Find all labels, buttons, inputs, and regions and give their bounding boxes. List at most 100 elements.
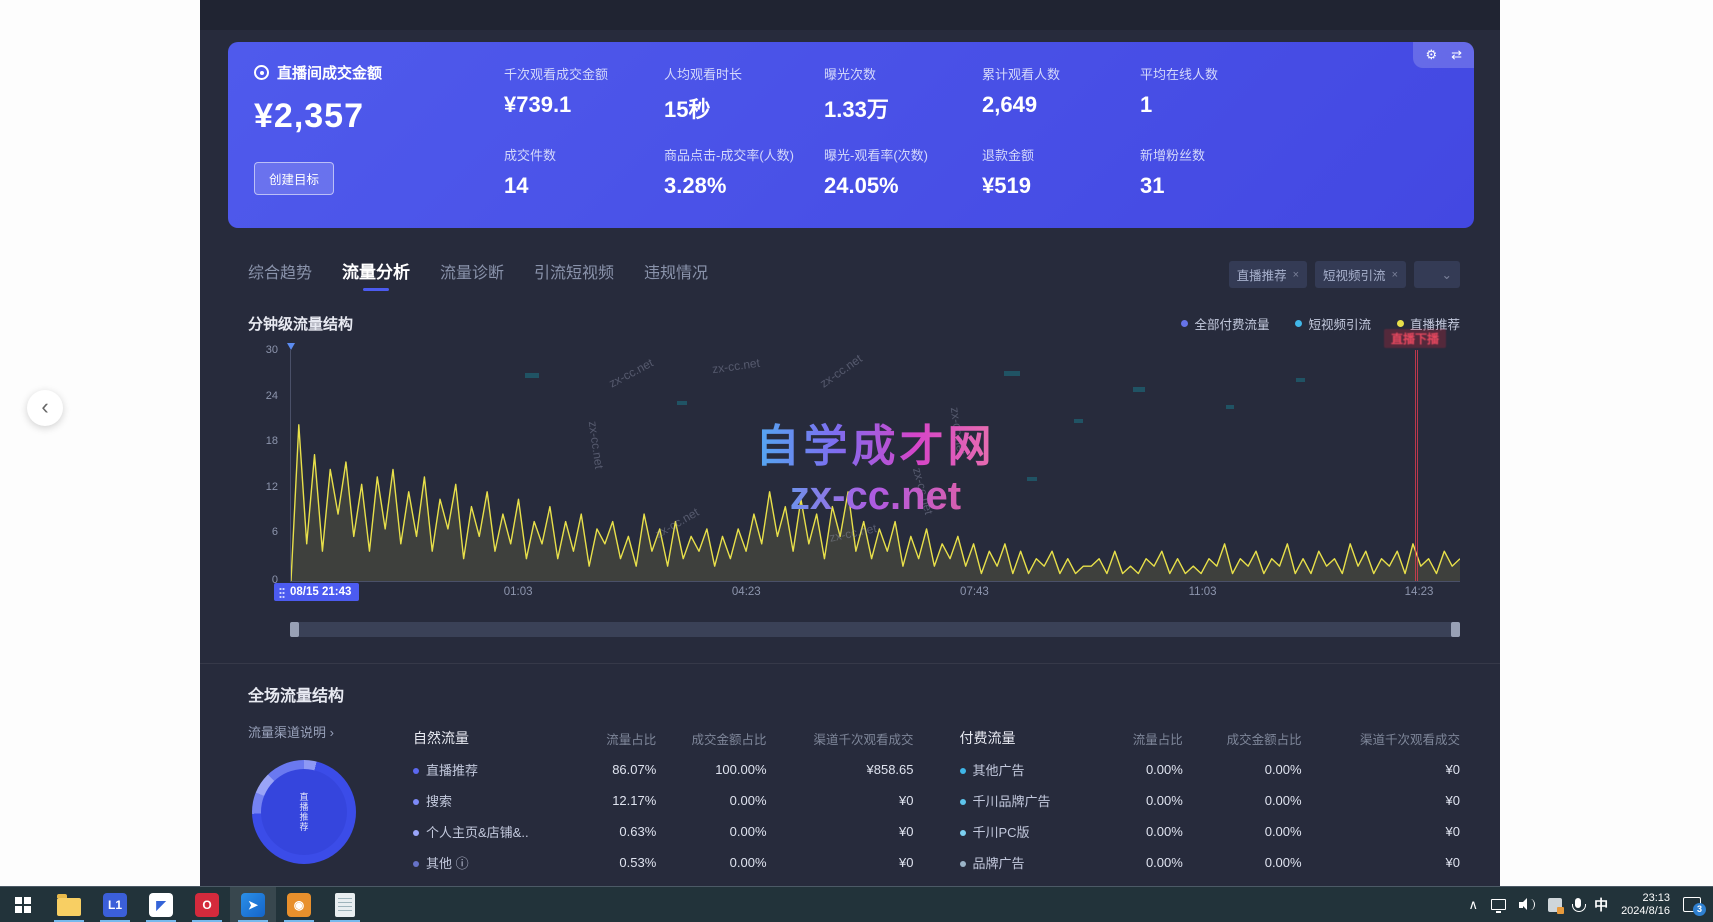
donut-center-label: 直播推荐 <box>298 792 311 832</box>
metric-cell: 成交件数 14 <box>504 145 664 208</box>
primary-metric-value: ¥2,357 <box>254 97 504 136</box>
notification-icon[interactable]: 3 <box>1683 897 1701 912</box>
noise-speck <box>1074 419 1083 423</box>
swap-icon[interactable]: ⇄ <box>1451 47 1462 63</box>
range-handle-right[interactable] <box>1451 622 1460 637</box>
table-row[interactable]: 其他 ⓘ 0.53% 0.00% ¥0 <box>413 847 914 878</box>
table-row[interactable]: 搜索 12.17% 0.00% ¥0 <box>413 785 914 816</box>
minute-traffic-chart: 30 24 18 12 6 0 直播下播 zx-cc.net zx-cc.net… <box>248 344 1460 606</box>
tab-short-video[interactable]: 引流短视频 <box>534 259 614 291</box>
taskbar-notepad[interactable] <box>322 887 368 922</box>
metric-cell: 退款金额 ¥519 <box>982 145 1140 208</box>
taskbar-app-teams[interactable]: ◤ <box>138 887 184 922</box>
range-handle-left[interactable] <box>290 622 299 637</box>
table-row[interactable]: 千川品牌广告 0.00% 0.00% ¥0 <box>960 785 1461 816</box>
noise-speck <box>1226 405 1234 409</box>
clock[interactable]: 23:13 2024/8/16 <box>1621 892 1670 918</box>
tray-app-icon[interactable] <box>1548 898 1562 912</box>
metric-cell: 人均观看时长 15秒 <box>664 64 824 127</box>
kpi-banner: ⚙ ⇄ 直播间成交金额 ¥2,357 创建目标 千次观看成交金额 ¥739.1 … <box>228 42 1474 228</box>
noise-speck <box>1296 378 1305 382</box>
analytics-app-window: ⚙ ⇄ 直播间成交金额 ¥2,357 创建目标 千次观看成交金额 ¥739.1 … <box>200 0 1500 886</box>
filter-chips: 直播推荐 × 短视频引流 × ⌄ <box>1229 261 1460 288</box>
table-row[interactable]: 其他广告 0.00% 0.00% ¥0 <box>960 754 1461 785</box>
table-row[interactable]: 品牌广告 0.00% 0.00% ¥0 <box>960 847 1461 878</box>
table-row[interactable]: 千川PC版 0.00% 0.00% ¥0 <box>960 816 1461 847</box>
site-watermark: 自学成才网 zx-cc.net <box>756 410 996 519</box>
filter-chip-short-video[interactable]: 短视频引流 × <box>1315 261 1406 288</box>
arrow-app-icon: ➤ <box>241 893 265 917</box>
metric-cell: 曝光次数 1.33万 <box>824 64 982 127</box>
metric-cell: 千次观看成交金额 ¥739.1 <box>504 64 664 127</box>
taskbar-app-opera[interactable]: O <box>184 887 230 922</box>
l1-app-icon: L1 <box>103 893 127 917</box>
tab-traffic-analysis[interactable]: 流量分析 <box>342 258 410 291</box>
traffic-structure-section: 全场流量结构 流量渠道说明 › 直播推荐 自然流量 流量占比 成交金额占比 <box>200 664 1500 886</box>
orange-app-icon: ◉ <box>287 893 311 917</box>
windows-logo-icon <box>15 897 31 913</box>
taskbar-app-orange[interactable]: ◉ <box>276 887 322 922</box>
taskbar-file-explorer[interactable] <box>46 887 92 922</box>
notification-badge: 3 <box>1693 903 1706 916</box>
legend-dot <box>1397 320 1404 327</box>
noise-speck <box>677 401 687 405</box>
start-button[interactable] <box>0 887 46 922</box>
legend-dot <box>1181 320 1188 327</box>
drag-handle-icon <box>279 587 285 599</box>
speaker-icon[interactable] <box>1519 898 1535 911</box>
metric-cell: 商品点击-成交率(人数) 3.28% <box>664 145 824 208</box>
table-row[interactable]: 直播推荐 86.07% 100.00% ¥858.65 <box>413 754 914 785</box>
start-time-box[interactable]: 08/15 21:43 <box>274 583 359 601</box>
paid-traffic-table: 付费流量 流量占比 成交金额占比 渠道千次观看成交 其他广告 0.00% 0.0… <box>960 722 1461 886</box>
metric-cell: 累计观看人数 2,649 <box>982 64 1140 127</box>
chart-title: 分钟级流量结构 <box>248 313 353 334</box>
stream-start-marker-icon <box>287 343 295 350</box>
chart-range-slider[interactable] <box>290 622 1460 637</box>
legend-paid-traffic[interactable]: 全部付费流量 <box>1181 314 1269 333</box>
table-row[interactable]: 个人主页&店铺&.. 0.63% 0.00% ¥0 <box>413 816 914 847</box>
filter-chip-live-recommend[interactable]: 直播推荐 × <box>1229 261 1307 288</box>
x-axis-labels: 08/15 21:43 01:03 04:23 07:43 11:03 14:2… <box>290 586 1460 606</box>
chart-plot-area[interactable]: 直播下播 zx-cc.net zx-cc.net zx-cc.net zx-cc… <box>290 350 1460 582</box>
viewer-prev-button[interactable]: ‹ <box>27 390 63 426</box>
noise-speck <box>525 373 539 378</box>
microphone-icon[interactable] <box>1575 898 1581 908</box>
metric-cell: 曝光-观看率(次数) 24.05% <box>824 145 982 208</box>
network-icon[interactable] <box>1491 899 1506 910</box>
analysis-tabs: 综合趋势 流量分析 流量诊断 引流短视频 违规情况 直播推荐 × 短视频引流 ×… <box>248 258 1460 291</box>
traffic-donut-chart[interactable]: 直播推荐 <box>252 760 356 864</box>
chevron-down-icon: ⌄ <box>1442 267 1452 282</box>
metric-grid: 千次观看成交金额 ¥739.1 人均观看时长 15秒 曝光次数 1.33万 累计… <box>504 62 1448 208</box>
app-top-strip <box>200 0 1500 30</box>
filter-dropdown[interactable]: ⌄ <box>1414 261 1460 288</box>
opera-app-icon: O <box>195 893 219 917</box>
remove-chip-icon[interactable]: × <box>1392 269 1398 281</box>
create-goal-button[interactable]: 创建目标 <box>254 162 334 195</box>
metric-cell: 新增粉丝数 31 <box>1140 145 1330 208</box>
taskbar-app-l1[interactable]: L1 <box>92 887 138 922</box>
remove-chip-icon[interactable]: × <box>1293 269 1299 281</box>
windows-taskbar: L1 ◤ O ➤ ◉ ∧ 中 23:13 2024/8/16 3 <box>0 886 1713 922</box>
target-icon <box>254 65 269 80</box>
tab-traffic-diagnosis[interactable]: 流量诊断 <box>440 259 504 291</box>
tray-time: 23:13 <box>1621 892 1670 905</box>
stream-end-marker-line <box>1415 350 1418 581</box>
tab-violations[interactable]: 违规情况 <box>644 259 708 291</box>
stream-end-tag: 直播下播 <box>1384 329 1446 348</box>
section-title: 全场流量结构 <box>248 682 1460 706</box>
system-tray: ∧ 中 23:13 2024/8/16 3 <box>1469 887 1713 922</box>
metric-cell: 平均在线人数 1 <box>1140 64 1330 127</box>
taskbar-app-active-browser[interactable]: ➤ <box>230 887 276 922</box>
primary-metric-label: 直播间成交金额 <box>277 62 382 83</box>
noise-speck <box>1027 477 1037 481</box>
legend-short-video[interactable]: 短视频引流 <box>1295 314 1371 333</box>
settings-icon[interactable]: ⚙ <box>1425 47 1437 63</box>
noise-speck <box>1004 371 1020 376</box>
teams-app-icon: ◤ <box>149 893 173 917</box>
channel-explain-link[interactable]: 流量渠道说明 › <box>248 725 334 740</box>
folder-icon <box>57 898 81 916</box>
ime-indicator[interactable]: 中 <box>1594 895 1608 915</box>
legend-dot <box>1295 320 1302 327</box>
tab-overall-trend[interactable]: 综合趋势 <box>248 259 312 291</box>
tray-expand-icon[interactable]: ∧ <box>1469 897 1479 913</box>
